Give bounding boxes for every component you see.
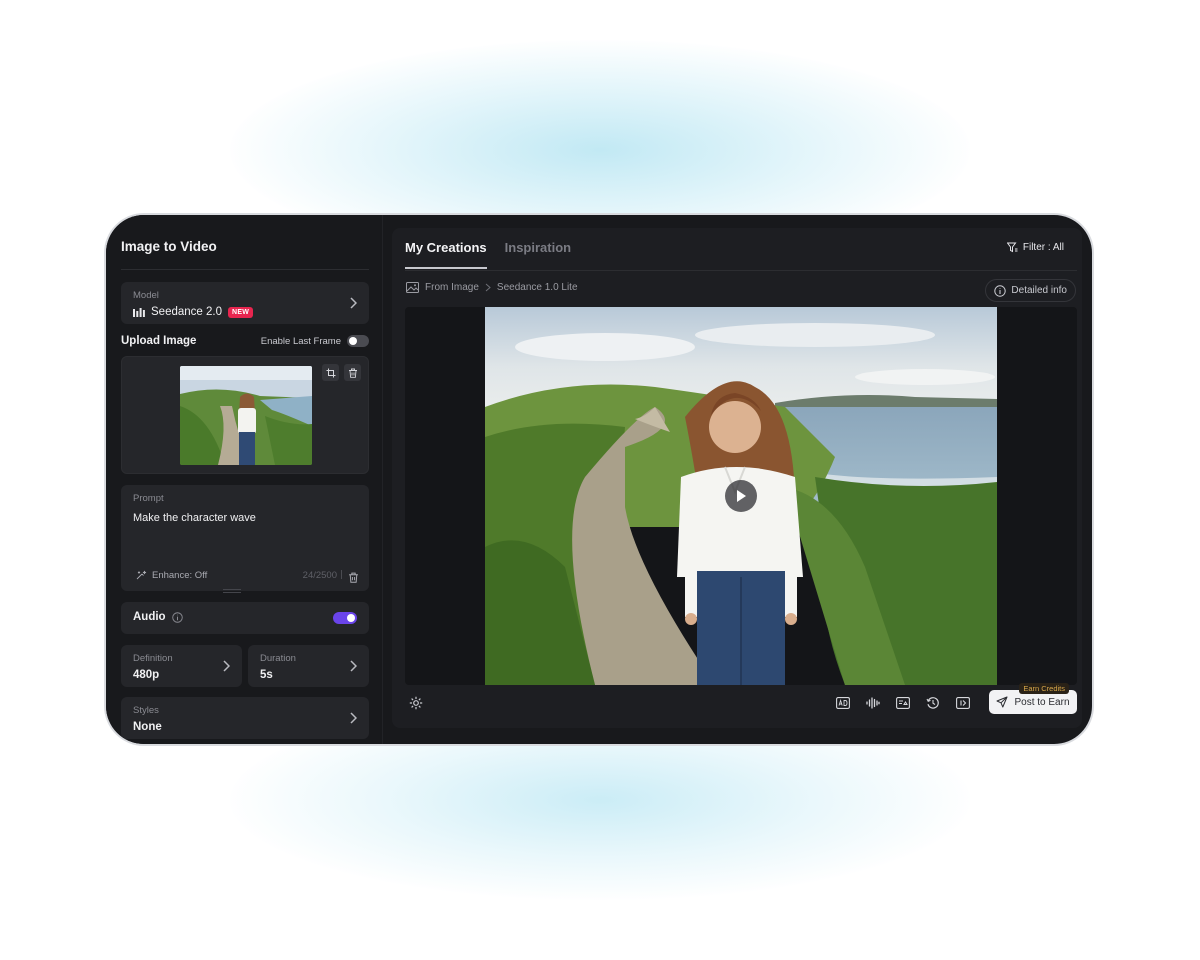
waveform-icon bbox=[866, 697, 880, 709]
duration-value: 5s bbox=[260, 669, 273, 681]
results-panel: My Creations Inspiration Filter : All Fr… bbox=[392, 228, 1082, 728]
ad-icon bbox=[836, 697, 850, 709]
uploaded-image-thumbnail bbox=[180, 366, 312, 465]
filter-icon bbox=[1006, 242, 1018, 253]
settings-panel: Image to Video Model Seedance 2.0 NEW Up… bbox=[106, 215, 382, 744]
styles-label: Styles bbox=[133, 705, 159, 716]
compare-icon bbox=[896, 697, 910, 709]
filter-label: Filter : All bbox=[1022, 242, 1064, 253]
video-preview[interactable] bbox=[485, 307, 997, 685]
audio-label: Audio bbox=[133, 611, 166, 623]
bars-icon bbox=[133, 308, 145, 317]
detailed-info-button[interactable]: Detailed info bbox=[985, 279, 1076, 302]
chevron-right-icon bbox=[350, 660, 357, 672]
model-row: Seedance 2.0 NEW bbox=[133, 306, 254, 318]
enhance-toggle[interactable]: Enhance: Off bbox=[136, 570, 207, 581]
last-frame-label: Enable Last Frame bbox=[260, 335, 341, 347]
styles-selector[interactable]: Styles None bbox=[121, 697, 369, 739]
count-separator bbox=[341, 570, 342, 579]
new-badge: NEW bbox=[227, 306, 254, 318]
post-to-earn-label: Post to Earn bbox=[1014, 696, 1070, 708]
duration-label: Duration bbox=[260, 653, 296, 664]
panel-separator bbox=[382, 215, 383, 744]
audio-setting: Audio bbox=[121, 602, 369, 634]
definition-value: 480p bbox=[133, 669, 160, 681]
extend-button[interactable] bbox=[955, 695, 971, 711]
delete-image-button[interactable] bbox=[344, 364, 361, 381]
play-button[interactable] bbox=[725, 480, 757, 512]
enhance-icon bbox=[136, 570, 147, 580]
filter-button[interactable]: Filter : All bbox=[1006, 242, 1064, 253]
tab-divider bbox=[405, 270, 1077, 271]
info-icon bbox=[994, 284, 1007, 297]
upload-image-area[interactable] bbox=[121, 356, 369, 474]
extend-icon bbox=[956, 697, 970, 709]
resize-handle[interactable] bbox=[223, 589, 241, 593]
action-bar: Post to Earn Earn Credits bbox=[405, 683, 1077, 718]
last-frame-toggle[interactable] bbox=[347, 335, 369, 347]
breadcrumb: From Image Seedance 1.0 Lite bbox=[406, 282, 578, 293]
device-frame: Image to Video Model Seedance 2.0 NEW Up… bbox=[104, 213, 1094, 746]
earn-credits-tag: Earn Credits bbox=[1019, 683, 1069, 694]
post-to-earn-button[interactable]: Post to Earn Earn Credits bbox=[989, 683, 1077, 714]
chevron-right-icon bbox=[223, 660, 230, 672]
crop-button[interactable] bbox=[322, 364, 339, 381]
settings-icon[interactable] bbox=[409, 696, 423, 710]
duration-selector[interactable]: Duration 5s bbox=[248, 645, 369, 687]
prompt-input[interactable]: Make the character wave bbox=[133, 512, 256, 524]
detailed-info-label: Detailed info bbox=[1011, 285, 1067, 296]
audio-toggle[interactable] bbox=[333, 612, 357, 624]
prompt-label: Prompt bbox=[133, 493, 164, 504]
audio-button[interactable] bbox=[865, 695, 881, 711]
history-icon bbox=[926, 697, 939, 709]
ad-button[interactable] bbox=[835, 695, 851, 711]
send-icon bbox=[996, 696, 1008, 708]
styles-value: None bbox=[133, 721, 162, 733]
enhance-label: Enhance: Off bbox=[152, 570, 208, 581]
model-selector[interactable]: Model Seedance 2.0 NEW bbox=[121, 282, 369, 324]
chevron-right-icon bbox=[350, 297, 357, 309]
upload-image-label: Upload Image bbox=[121, 335, 197, 347]
breadcrumb-model: Seedance 1.0 Lite bbox=[496, 282, 578, 293]
model-name: Seedance 2.0 bbox=[151, 306, 222, 318]
chevron-right-icon bbox=[485, 283, 491, 292]
tab-inspiration[interactable]: Inspiration bbox=[505, 240, 571, 269]
trash-icon bbox=[348, 368, 357, 378]
image-icon bbox=[406, 282, 419, 293]
action-icons bbox=[835, 695, 971, 711]
history-button[interactable] bbox=[925, 695, 941, 711]
panel-title: Image to Video bbox=[121, 239, 217, 254]
definition-selector[interactable]: Definition 480p bbox=[121, 645, 242, 687]
app-screen: Image to Video Model Seedance 2.0 NEW Up… bbox=[106, 215, 1092, 744]
info-icon[interactable] bbox=[171, 611, 183, 623]
tab-bar: My Creations Inspiration bbox=[405, 240, 571, 269]
video-stage bbox=[405, 307, 1077, 685]
chevron-right-icon bbox=[350, 712, 357, 724]
crop-icon bbox=[326, 368, 335, 377]
panel-divider bbox=[121, 269, 369, 270]
audio-label-row: Audio bbox=[133, 611, 183, 623]
play-icon bbox=[737, 490, 746, 502]
model-label: Model bbox=[133, 290, 159, 301]
trash-icon[interactable] bbox=[348, 572, 359, 583]
last-frame-control: Enable Last Frame bbox=[261, 335, 369, 347]
breadcrumb-source[interactable]: From Image bbox=[425, 282, 479, 293]
tab-my-creations[interactable]: My Creations bbox=[405, 240, 487, 269]
definition-label: Definition bbox=[133, 653, 173, 664]
character-count: 24/2500 bbox=[302, 570, 337, 581]
prompt-box[interactable]: Prompt Make the character wave Enhance: … bbox=[121, 485, 369, 591]
compare-button[interactable] bbox=[895, 695, 911, 711]
